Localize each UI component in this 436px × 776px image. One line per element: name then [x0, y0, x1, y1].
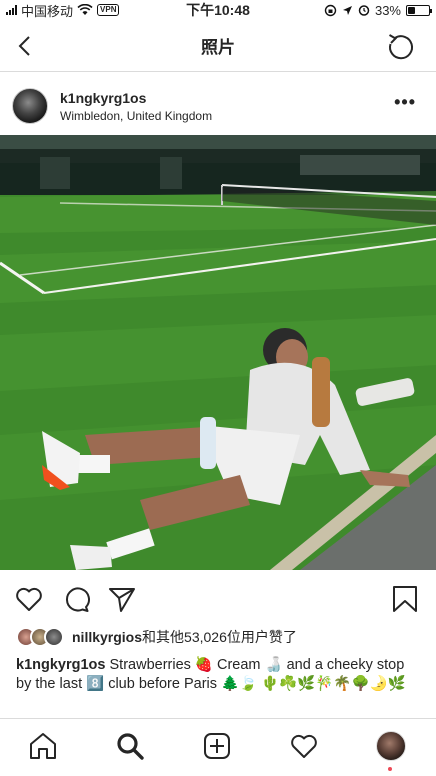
avatar[interactable] — [12, 88, 48, 124]
signal-icon — [6, 5, 17, 15]
battery-icon — [406, 4, 432, 16]
refresh-icon[interactable] — [386, 31, 416, 61]
chevron-left-icon[interactable] — [12, 32, 40, 60]
status-right: 33% — [324, 2, 432, 18]
avatar — [44, 627, 64, 647]
post-image — [0, 135, 436, 570]
status-left: 中国移动 VPN — [6, 1, 120, 20]
bookmark-icon[interactable] — [390, 584, 420, 614]
battery-percent: 33% — [374, 2, 401, 18]
comment-icon[interactable] — [61, 584, 91, 614]
home-icon[interactable] — [28, 731, 58, 761]
post-username[interactable]: k1ngkyrg1os — [60, 90, 212, 106]
status-bar: 中国移动 VPN 下午10:48 33% — [0, 0, 436, 20]
orientation-lock-icon — [324, 4, 337, 16]
activity-heart-icon[interactable] — [289, 731, 319, 761]
likes-row[interactable]: nillkyrgios 和其他53,026位用户赞了 — [16, 626, 297, 648]
liker-avatars — [16, 627, 64, 647]
more-options-icon[interactable]: ••• — [394, 92, 424, 121]
likes-count-text[interactable]: 和其他53,026位用户赞了 — [142, 627, 297, 647]
post-caption: k1ngkyrg1os Strawberries 🍓 Cream 🍶 and a… — [16, 656, 420, 694]
bottom-tab-bar — [0, 718, 436, 776]
post-actions — [0, 578, 436, 620]
carrier-label: 中国移动 — [21, 3, 74, 19]
vpn-badge: VPN — [97, 4, 120, 16]
post-meta: k1ngkyrg1os Wimbledon, United Kingdom — [60, 90, 212, 123]
post-header: k1ngkyrg1os Wimbledon, United Kingdom ••… — [0, 80, 436, 132]
heart-icon[interactable] — [14, 584, 44, 614]
page-title: 照片 — [201, 38, 235, 57]
notification-dot — [388, 767, 392, 771]
post-location[interactable]: Wimbledon, United Kingdom — [60, 109, 212, 123]
nav-bar: 照片 — [0, 20, 436, 72]
share-icon[interactable] — [107, 584, 137, 614]
post-photo[interactable] — [0, 135, 436, 570]
likes-username[interactable]: nillkyrgios — [72, 629, 142, 645]
location-icon — [342, 5, 352, 15]
search-icon[interactable] — [115, 731, 145, 761]
wifi-icon — [77, 4, 93, 15]
add-post-icon[interactable] — [202, 731, 232, 761]
caption-username[interactable]: k1ngkyrg1os — [16, 657, 105, 673]
alarm-icon — [358, 5, 370, 16]
profile-avatar[interactable] — [376, 731, 406, 761]
